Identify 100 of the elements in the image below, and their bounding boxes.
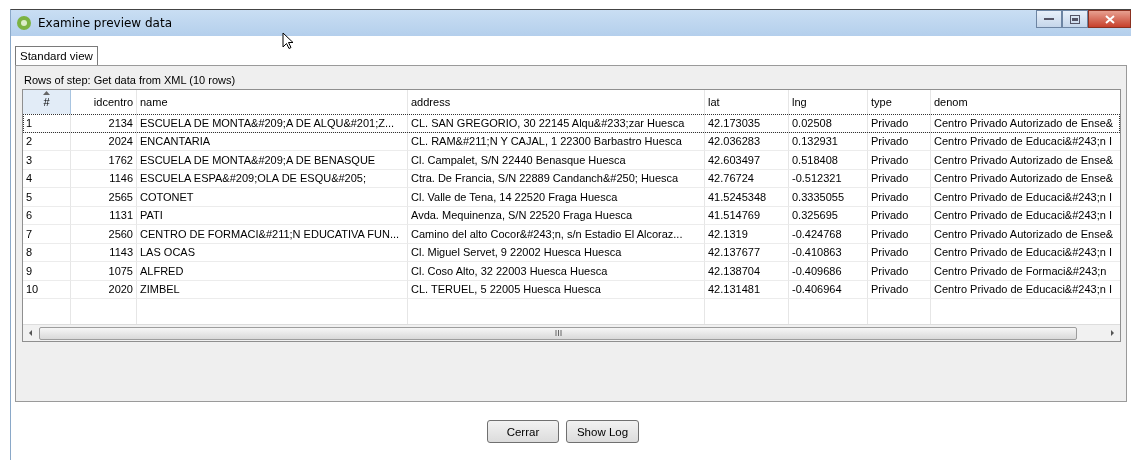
table-cell: 1075 bbox=[71, 262, 137, 281]
table-cell: 2134 bbox=[71, 114, 137, 133]
table-cell: Centro Privado de Educaci&#243;n I bbox=[931, 243, 1120, 262]
table-cell: Cl. Campalet, S/N 22440 Benasque Huesca bbox=[408, 151, 705, 170]
table-cell: ALFRED bbox=[137, 262, 408, 281]
column-header[interactable]: type bbox=[868, 90, 931, 114]
app-icon bbox=[16, 15, 32, 31]
column-header[interactable]: lng bbox=[789, 90, 868, 114]
column-label: lng bbox=[792, 96, 807, 108]
horizontal-scrollbar[interactable] bbox=[23, 324, 1120, 341]
table-row[interactable]: 1 2134 ESCUELA DE MONTA&#209;A DE ALQU&#201;Z... CL. SAN GREGORIO, 30 22145 Alqu&#233;zar Huesca 42.173035 0.02508 Privado Centro Privado Autorizado de Ense& bbox=[23, 114, 1120, 133]
column-header[interactable]: lat bbox=[705, 90, 789, 114]
table-cell: 1762 bbox=[71, 151, 137, 170]
table-cell: 42.138704 bbox=[705, 262, 789, 281]
minimize-icon bbox=[1044, 17, 1054, 21]
table-cell: Centro Privado Autorizado de Ense& bbox=[931, 114, 1120, 133]
table-row[interactable]: 7 2560 CENTRO DE FORMACI&#211;N EDUCATIVA FUN... Camino del alto Cocor&#243;n, s/n Estadio El Alcoraz... 42.1319 -0.424768 Privado Centro Privado Autorizado de Ense& bbox=[23, 225, 1120, 244]
table-row[interactable]: 8 1143 LAS OCAS Cl. Miguel Servet, 9 22002 Huesca Huesca 42.137677 -0.410863 Privado Centro Privado de Educaci&#243;n I bbox=[23, 243, 1120, 262]
table-cell: Privado bbox=[868, 243, 931, 262]
table-cell: 42.173035 bbox=[705, 114, 789, 133]
table-cell: Privado bbox=[868, 114, 931, 133]
table-cell: -0.406964 bbox=[789, 280, 868, 299]
table-cell: Camino del alto Cocor&#243;n, s/n Estadio El Alcoraz... bbox=[408, 225, 705, 244]
table-cell: 6 bbox=[23, 206, 71, 225]
column-label: type bbox=[871, 96, 892, 108]
column-header[interactable]: idcentro bbox=[71, 90, 137, 114]
column-header[interactable]: address bbox=[408, 90, 705, 114]
table-cell: 42.137677 bbox=[705, 243, 789, 262]
table-cell: 4 bbox=[23, 169, 71, 188]
table-cell: Privado bbox=[868, 151, 931, 170]
table-cell: 42.603497 bbox=[705, 151, 789, 170]
table-cell: Privado bbox=[868, 169, 931, 188]
close-icon bbox=[1104, 14, 1115, 24]
table-cell: 42.76724 bbox=[705, 169, 789, 188]
table-row[interactable]: 5 2565 COTONET Cl. Valle de Tena, 14 22520 Fraga Huesca 41.5245348 0.3335055 Privado Centro Privado de Educaci&#243;n I bbox=[23, 188, 1120, 207]
table-cell: Ctra. De Francia, S/N 22889 Candanch&#250; Huesca bbox=[408, 169, 705, 188]
table-cell: 0.3335055 bbox=[789, 188, 868, 207]
table-cell: Cl. Miguel Servet, 9 22002 Huesca Huesca bbox=[408, 243, 705, 262]
dialog-button[interactable]: Show Log bbox=[565, 420, 640, 443]
table-cell: Centro Privado Autorizado de Ense& bbox=[931, 225, 1120, 244]
mouse-cursor-icon bbox=[282, 32, 294, 50]
table-cell: Privado bbox=[868, 262, 931, 281]
table-cell: ZIMBEL bbox=[137, 280, 408, 299]
minimize-button[interactable] bbox=[1036, 10, 1062, 28]
table-cell: 42.1319 bbox=[705, 225, 789, 244]
table-cell: Centro Privado Autorizado de Ense& bbox=[931, 169, 1120, 188]
close-button[interactable] bbox=[1088, 10, 1131, 28]
table-row[interactable]: 4 1146 ESCUELA ESPA&#209;OLA DE ESQU&#205; Ctra. De Francia, S/N 22889 Candanch&#250; Huesca 42.76724 -0.512321 Privado Centro Privado Autorizado de Ense& bbox=[23, 169, 1120, 188]
table-cell: 0.02508 bbox=[789, 114, 868, 133]
table-cell: ESCUELA ESPA&#209;OLA DE ESQU&#205; bbox=[137, 169, 408, 188]
table-cell: Centro Privado de Educaci&#243;n I bbox=[931, 206, 1120, 225]
table-cell: CL. RAM&#211;N Y CAJAL, 1 22300 Barbastro Huesca bbox=[408, 132, 705, 151]
table-row[interactable]: 6 1131 PATI Avda. Mequinenza, S/N 22520 Fraga Huesca 41.514769 0.325695 Privado Centro Privado de Educaci&#243;n I bbox=[23, 206, 1120, 225]
column-label: lat bbox=[708, 96, 720, 108]
table-cell: 1131 bbox=[71, 206, 137, 225]
table-cell: 42.036283 bbox=[705, 132, 789, 151]
table-row[interactable]: 3 1762 ESCUELA DE MONTA&#209;A DE BENASQUE Cl. Campalet, S/N 22440 Benasque Huesca 42.603497 0.518408 Privado Centro Privado Autorizado de Ense& bbox=[23, 151, 1120, 170]
column-header[interactable]: name bbox=[137, 90, 408, 114]
column-label: idcentro bbox=[93, 96, 133, 108]
column-header[interactable]: # bbox=[23, 90, 71, 114]
table-cell: Privado bbox=[868, 188, 931, 207]
scroll-thumb[interactable] bbox=[39, 326, 1077, 340]
table-cell: 7 bbox=[23, 225, 71, 244]
window-title: Examine preview data bbox=[38, 16, 172, 30]
column-label: # bbox=[43, 96, 50, 108]
table-cell: Privado bbox=[868, 225, 931, 244]
tab[interactable]: Standard view bbox=[15, 46, 98, 65]
maximize-button[interactable] bbox=[1062, 10, 1088, 28]
table-cell: Centro Privado Autorizado de Ense& bbox=[931, 151, 1120, 170]
table-cell: Cl. Valle de Tena, 14 22520 Fraga Huesca bbox=[408, 188, 705, 207]
table-cell: Privado bbox=[868, 206, 931, 225]
table-cell: -0.410863 bbox=[789, 243, 868, 262]
maximize-icon bbox=[1070, 14, 1080, 24]
dialog-button[interactable]: Cerrar bbox=[486, 420, 559, 443]
table-cell: COTONET bbox=[137, 188, 408, 207]
table-cell: Privado bbox=[868, 132, 931, 151]
table-cell: 2565 bbox=[71, 188, 137, 207]
table-cell: ESCUELA DE MONTA&#209;A DE BENASQUE bbox=[137, 151, 408, 170]
table-cell: 42.131481 bbox=[705, 280, 789, 299]
table-cell: Privado bbox=[868, 280, 931, 299]
table-cell: ESCUELA DE MONTA&#209;A DE ALQU&#201;Z... bbox=[137, 114, 408, 133]
table-cell: 2560 bbox=[71, 225, 137, 244]
table-row[interactable]: 9 1075 ALFRED Cl. Coso Alto, 32 22003 Huesca Huesca 42.138704 -0.409686 Privado Centro Privado de Formaci&#243;n bbox=[23, 262, 1120, 281]
table-cell: -0.512321 bbox=[789, 169, 868, 188]
table-cell: Centro Privado de Formaci&#243;n bbox=[931, 262, 1120, 281]
table-cell: 0.325695 bbox=[789, 206, 868, 225]
table-row[interactable]: 10 2020 ZIMBEL CL. TERUEL, 5 22005 Huesca Huesca 42.131481 -0.406964 Privado Centro Privado de Educaci&#243;n I bbox=[23, 280, 1120, 299]
table-cell: Centro Privado de Educaci&#243;n I bbox=[931, 280, 1120, 299]
table-cell: 1143 bbox=[71, 243, 137, 262]
table-row[interactable]: 2 2024 ENCANTARIA CL. RAM&#211;N Y CAJAL, 1 22300 Barbastro Huesca 42.036283 0.132931 Privado Centro Privado de Educaci&#243;n I bbox=[23, 132, 1120, 151]
table-cell: Centro Privado de Educaci&#243;n I bbox=[931, 188, 1120, 207]
column-label: address bbox=[411, 96, 451, 108]
table-cell: -0.409686 bbox=[789, 262, 868, 281]
table-cell: ENCANTARIA bbox=[137, 132, 408, 151]
table-cell: 8 bbox=[23, 243, 71, 262]
table-cell: 5 bbox=[23, 188, 71, 207]
table-cell: 1146 bbox=[71, 169, 137, 188]
table-cell: LAS OCAS bbox=[137, 243, 408, 262]
column-header[interactable]: denom bbox=[931, 90, 1120, 114]
column-label: denom bbox=[934, 96, 968, 108]
